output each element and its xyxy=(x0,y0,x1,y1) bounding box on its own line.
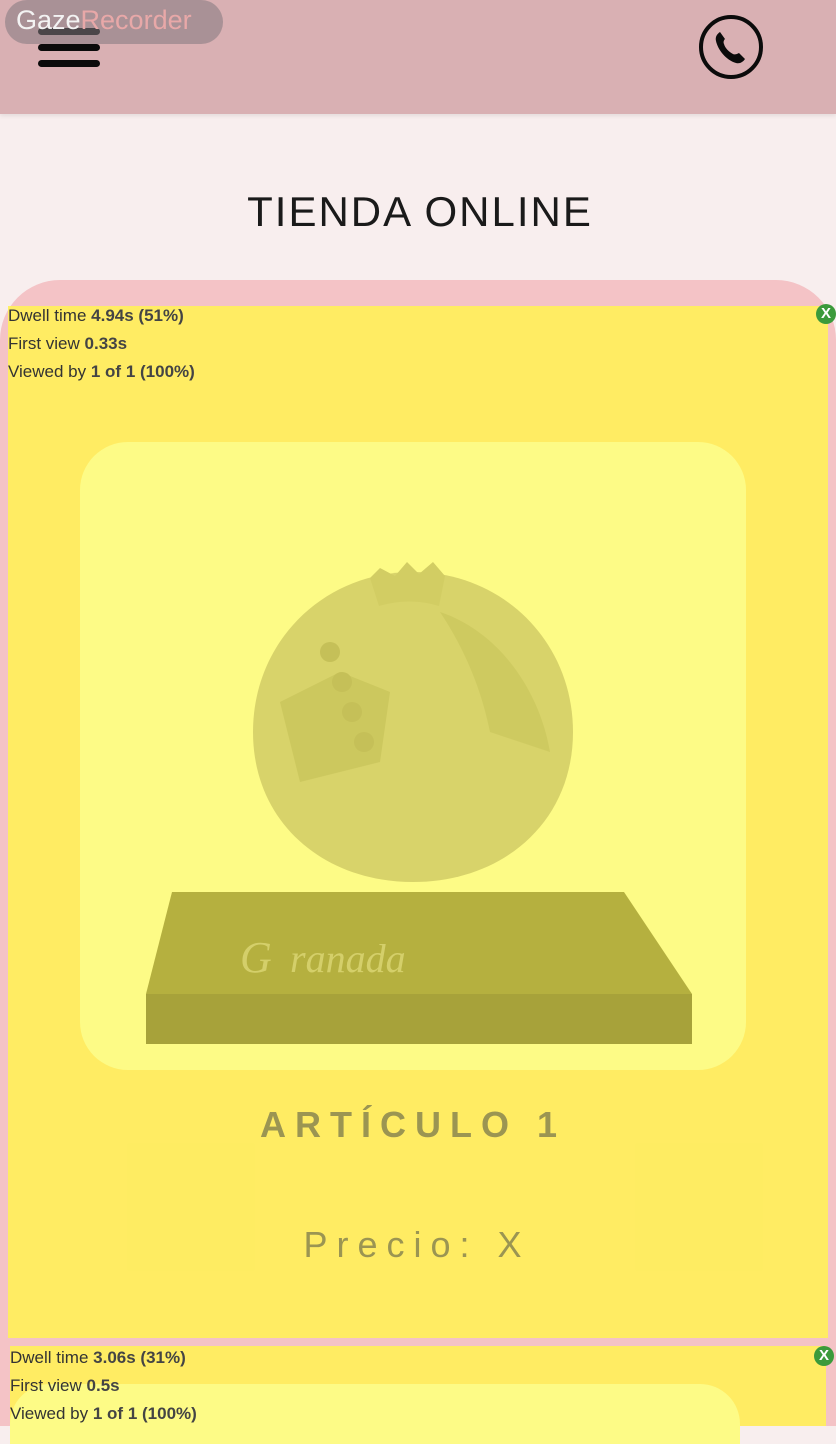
dwell-label: Dwell time xyxy=(10,1348,89,1367)
first-view-label: First view xyxy=(8,334,80,353)
dwell-time-stat-1: Dwell time 4.94s (51%) xyxy=(8,306,184,326)
viewed-by-value: 1 of 1 (100%) xyxy=(92,1404,197,1423)
dwell-time-stat-2: Dwell time 3.06s (31%) xyxy=(10,1348,186,1368)
dwell-value: 4.94s (51%) xyxy=(91,306,184,325)
viewed-by-stat-1: Viewed by 1 of 1 (100%) xyxy=(8,362,195,382)
brand-part1: Gaze xyxy=(16,5,81,35)
first-view-stat-2: First view 0.5s xyxy=(10,1376,120,1396)
product-image[interactable]: G ranada xyxy=(80,442,746,1070)
first-view-stat-1: First view 0.33s xyxy=(8,334,127,354)
granada-logo-text: G xyxy=(240,933,272,982)
gaze-recorder-badge: GazeRecorder xyxy=(5,0,223,44)
first-view-value: 0.5s xyxy=(86,1376,120,1395)
close-icon[interactable]: X xyxy=(816,304,836,324)
viewed-by-stat-2: Viewed by 1 of 1 (100%) xyxy=(10,1404,197,1424)
viewed-by-value: 1 of 1 (100%) xyxy=(90,362,195,381)
viewed-by-label: Viewed by xyxy=(8,362,87,381)
page-title: TIENDA ONLINE xyxy=(247,188,593,235)
product-name: ARTÍCULO 1 xyxy=(260,1104,566,1145)
granada-logo-word: ranada xyxy=(290,936,406,981)
first-view-label: First view xyxy=(10,1376,82,1395)
dwell-value: 3.06s (31%) xyxy=(93,1348,186,1367)
dwell-label: Dwell time xyxy=(8,306,87,325)
brand-part2: Recorder xyxy=(80,5,192,35)
viewed-by-label: Viewed by xyxy=(10,1404,89,1423)
phone-icon[interactable] xyxy=(698,14,764,80)
close-icon[interactable]: X xyxy=(814,1346,834,1366)
first-view-value: 0.33s xyxy=(84,334,128,353)
product-price: Precio: X xyxy=(303,1224,531,1265)
